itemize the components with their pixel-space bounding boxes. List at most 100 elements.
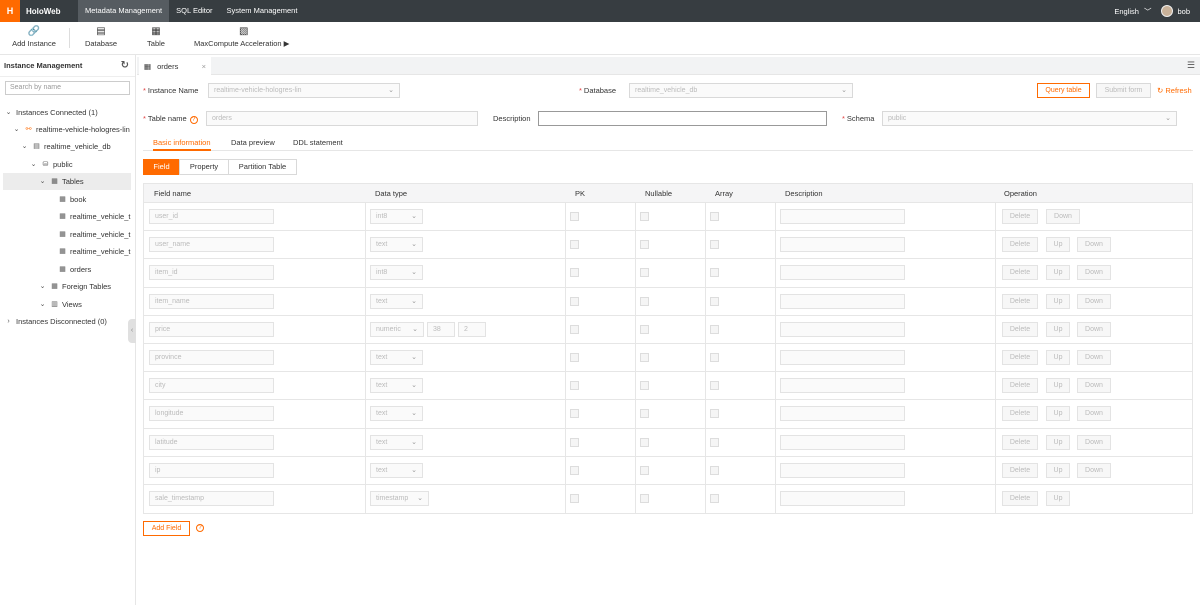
array-checkbox[interactable] [710, 381, 719, 391]
tree-node-table[interactable]: ▦ realtime_vehicle_t [58, 208, 130, 225]
nullable-checkbox[interactable] [640, 409, 649, 419]
delete-button[interactable]: Delete [1002, 434, 1038, 450]
up-button[interactable]: Up [1046, 293, 1070, 309]
field-name-input[interactable]: user_name [149, 237, 274, 253]
pk-checkbox[interactable] [570, 324, 579, 334]
description-input[interactable] [780, 434, 905, 450]
up-button[interactable]: Up [1046, 237, 1070, 253]
tree-node-database[interactable]: ⌄ ▤ realtime_vehicle_db [20, 138, 111, 155]
language-selector[interactable]: English ﹀ [1114, 6, 1151, 17]
data-type-select[interactable]: timestamp ⌄ [370, 490, 429, 506]
field-name-input[interactable]: user_id [149, 209, 274, 224]
array-checkbox[interactable] [710, 493, 719, 503]
delete-button[interactable]: Delete [1002, 462, 1038, 478]
field-name-input[interactable]: ip [149, 462, 274, 478]
data-type-select[interactable]: text ⌄ [370, 434, 423, 450]
up-button[interactable]: Up [1046, 406, 1070, 422]
pk-checkbox[interactable] [570, 437, 579, 447]
precision-input[interactable]: 38 [427, 321, 455, 337]
nullable-checkbox[interactable] [640, 268, 649, 278]
field-name-input[interactable]: price [149, 321, 274, 337]
delete-button[interactable]: Delete [1002, 209, 1038, 224]
pk-checkbox[interactable] [570, 296, 579, 306]
delete-button[interactable]: Delete [1002, 349, 1038, 365]
tree-node-instances-disconnected[interactable]: › Instances Disconnected (0) [4, 313, 107, 330]
refresh-icon[interactable]: ↻ [121, 60, 129, 71]
scale-input[interactable]: 2 [458, 321, 486, 337]
down-button[interactable]: Down [1077, 406, 1111, 422]
field-name-input[interactable]: longitude [149, 406, 274, 422]
segment-partition-table[interactable]: Partition Table [228, 159, 297, 175]
up-button[interactable]: Up [1046, 321, 1070, 337]
refresh-link[interactable]: ↻ Refresh [1157, 83, 1192, 98]
delete-button[interactable]: Delete [1002, 237, 1038, 253]
field-name-input[interactable]: item_name [149, 293, 274, 309]
up-button[interactable]: Up [1046, 349, 1070, 365]
up-button[interactable]: Up [1046, 378, 1070, 394]
up-button[interactable]: Up [1046, 462, 1070, 478]
array-checkbox[interactable] [710, 409, 719, 419]
down-button[interactable]: Down [1077, 237, 1111, 253]
add-instance-button[interactable]: 🔗 Add Instance [12, 25, 56, 48]
submit-form-button[interactable]: Submit form [1096, 83, 1151, 98]
pk-checkbox[interactable] [570, 212, 579, 221]
data-type-select[interactable]: text ⌄ [370, 378, 423, 394]
data-type-select[interactable]: text ⌄ [370, 293, 423, 309]
data-type-select[interactable]: text ⌄ [370, 237, 423, 253]
instance-name-select[interactable]: realtime-vehicle-hologres-lin ⌄ [208, 83, 400, 98]
pk-checkbox[interactable] [570, 493, 579, 503]
schema-select[interactable]: public ⌄ [882, 111, 1177, 126]
description-input[interactable] [780, 406, 905, 422]
down-button[interactable]: Down [1077, 378, 1111, 394]
description-input[interactable] [780, 265, 905, 281]
array-checkbox[interactable] [710, 437, 719, 447]
query-table-button[interactable]: Query table [1037, 83, 1090, 98]
array-checkbox[interactable] [710, 296, 719, 306]
array-checkbox[interactable] [710, 268, 719, 278]
nullable-checkbox[interactable] [640, 324, 649, 334]
field-name-input[interactable]: item_id [149, 265, 274, 281]
data-type-select[interactable]: int8 ⌄ [370, 209, 423, 224]
search-input[interactable]: Search by name [5, 81, 130, 95]
description-input[interactable] [780, 490, 905, 506]
nullable-checkbox[interactable] [640, 240, 649, 250]
pk-checkbox[interactable] [570, 352, 579, 362]
up-button[interactable]: Up [1046, 434, 1070, 450]
down-button[interactable]: Down [1077, 434, 1111, 450]
nav-sql-editor[interactable]: SQL Editor [169, 0, 219, 22]
description-input[interactable] [780, 462, 905, 478]
field-name-input[interactable]: sale_timestamp [149, 490, 274, 506]
tab-data-preview[interactable]: Data preview [231, 135, 275, 151]
maxcompute-acceleration-button[interactable]: ▧ MaxCompute Acceleration ▶ [194, 25, 294, 48]
pk-checkbox[interactable] [570, 240, 579, 250]
tree-node-table[interactable]: ▦ realtime_vehicle_t [58, 243, 130, 260]
help-icon[interactable]: ? [196, 524, 204, 532]
pk-checkbox[interactable] [570, 465, 579, 475]
array-checkbox[interactable] [710, 240, 719, 250]
nullable-checkbox[interactable] [640, 437, 649, 447]
data-type-select[interactable]: text ⌄ [370, 462, 423, 478]
up-button[interactable]: Up [1046, 490, 1070, 506]
description-input[interactable] [780, 378, 905, 394]
array-checkbox[interactable] [710, 324, 719, 334]
description-input[interactable] [780, 237, 905, 253]
data-type-select[interactable]: text ⌄ [370, 406, 423, 422]
nullable-checkbox[interactable] [640, 465, 649, 475]
field-name-input[interactable]: province [149, 349, 274, 365]
tree-node-table[interactable]: ▦ book [58, 191, 86, 208]
pk-checkbox[interactable] [570, 268, 579, 278]
delete-button[interactable]: Delete [1002, 265, 1038, 281]
nullable-checkbox[interactable] [640, 493, 649, 503]
nav-metadata-management[interactable]: Metadata Management [78, 0, 170, 22]
description-input[interactable] [780, 349, 905, 365]
tree-node-table[interactable]: ▦ orders [58, 261, 91, 278]
field-name-input[interactable]: latitude [149, 434, 274, 450]
segment-field[interactable]: Field [143, 159, 180, 175]
nullable-checkbox[interactable] [640, 381, 649, 391]
sidebar-collapse-handle[interactable]: ‹ [128, 319, 136, 343]
tree-node-views[interactable]: ⌄ ▥ Views [38, 296, 82, 313]
description-input[interactable] [538, 111, 827, 126]
user-menu[interactable]: bob [1161, 5, 1190, 17]
nullable-checkbox[interactable] [640, 212, 649, 221]
database-button[interactable]: ▤ Database [84, 25, 118, 48]
